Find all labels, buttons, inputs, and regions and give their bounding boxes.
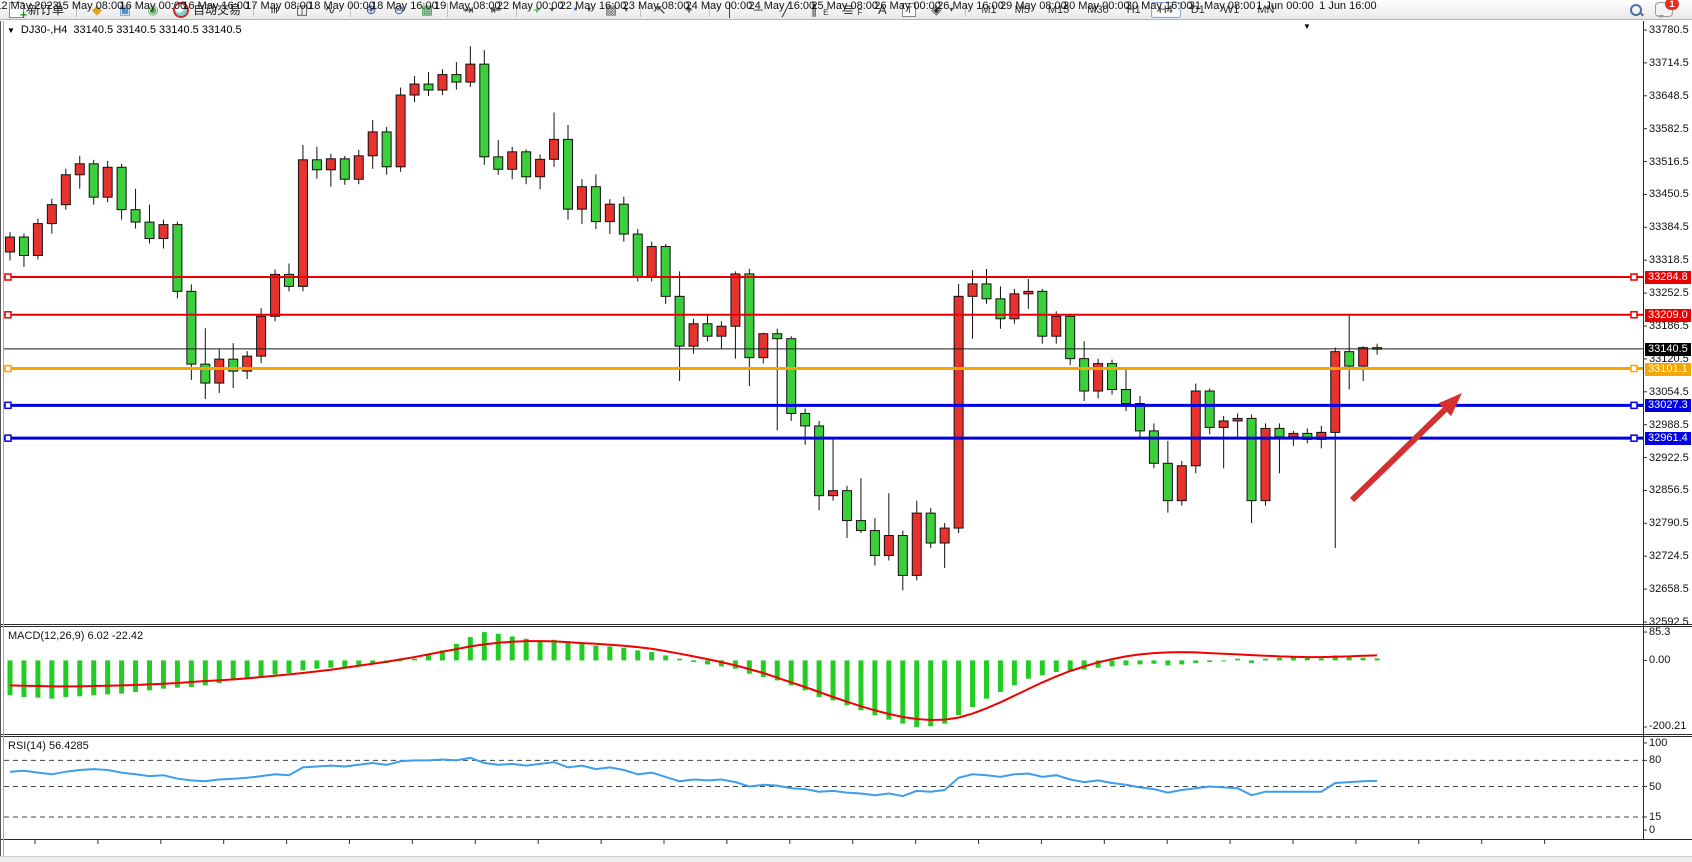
price-tick: 33318.5 [1649,255,1689,266]
time-tick: 31 May 08:00 [1189,0,1256,12]
macd-tick: 85.3 [1649,627,1670,638]
time-tick: 24 May 16:00 [748,0,815,12]
price-tick: 33054.5 [1649,387,1689,398]
price-tag: 33284.8 [1645,271,1691,284]
time-tick: 24 May 00:00 [686,0,753,12]
time-tick: 22 May 16:00 [560,0,627,12]
rsi-label: RSI(14) 56.4285 [8,740,89,752]
price-tick: 32988.5 [1649,420,1689,431]
time-tick: 18 May 16:00 [371,0,438,12]
time-tick: 16 May 00:00 [119,0,186,12]
time-tick: 1 Jun 00:00 [1256,0,1314,12]
time-tick: 26 May 00:00 [874,0,941,12]
time-tick: 30 May 00:00 [1063,0,1130,12]
price-tag: 33140.5 [1645,343,1691,356]
time-tick: 26 May 16:00 [937,0,1004,12]
candles-layer[interactable] [6,46,1382,590]
macd-tick: -200.21 [1649,721,1686,732]
time-tick: 30 May 16:00 [1126,0,1193,12]
macd-panel[interactable] [8,632,1380,727]
price-tick: 32856.5 [1649,485,1689,496]
mt4-window: 新订单◆▣◉自动交易≡◫∿⊕⊖▦⇥⇤+▾◔▾▩▾↖+│─╱∥E≣FAT◈▾M1M… [0,0,1692,862]
price-tick: 32790.5 [1649,518,1689,529]
time-tick: 19 May 08:00 [434,0,501,12]
chart-canvas[interactable] [0,0,1692,862]
price-tick: 33714.5 [1649,58,1689,69]
rsi-panel[interactable] [4,758,1643,817]
rsi-tick: 80 [1649,755,1661,766]
hline-33284.8[interactable] [4,274,1643,280]
rsi-tick: 50 [1649,782,1661,793]
price-tick: 33186.5 [1649,321,1689,332]
window-bottom-strip [0,856,1692,862]
rsi-tick: 15 [1649,812,1661,823]
price-tick: 32724.5 [1649,551,1689,562]
hline-33027.3[interactable] [4,402,1643,408]
time-tick: 23 May 08:00 [623,0,690,12]
time-tick: 17 May 08:00 [245,0,312,12]
time-tick: 15 May 08:00 [57,0,124,12]
price-tick: 32922.5 [1649,453,1689,464]
macd-tick: 0.00 [1649,655,1670,666]
price-tick: 32658.5 [1649,584,1689,595]
time-tick: 1 Jun 16:00 [1319,0,1377,12]
price-tick: 33450.5 [1649,189,1689,200]
time-tick: 25 May 08:00 [811,0,878,12]
hline-33209[interactable] [4,312,1643,318]
rsi-tick: 0 [1649,825,1655,836]
time-tick: 16 May 16:00 [182,0,249,12]
time-tick: 29 May 08:00 [1000,0,1067,12]
price-tag: 33027.3 [1645,399,1691,412]
price-tag: 33209.0 [1645,309,1691,322]
macd-label: MACD(12,26,9) 6.02 -22.42 [8,630,143,642]
trend-arrow[interactable] [1352,393,1462,500]
price-tick: 33384.5 [1649,222,1689,233]
price-tag: 33101.1 [1645,363,1691,376]
price-tick: 33252.5 [1649,288,1689,299]
time-tick: 12 May 2023 [0,0,59,12]
price-tick: 33780.5 [1649,25,1689,36]
time-tick: 18 May 00:00 [308,0,375,12]
rsi-tick: 100 [1649,738,1667,749]
price-tick: 33648.5 [1649,91,1689,102]
time-tick: 22 May 00:00 [497,0,564,12]
price-tag: 32961.4 [1645,432,1691,445]
price-tick: 33582.5 [1649,124,1689,135]
price-tick: 33516.5 [1649,157,1689,168]
